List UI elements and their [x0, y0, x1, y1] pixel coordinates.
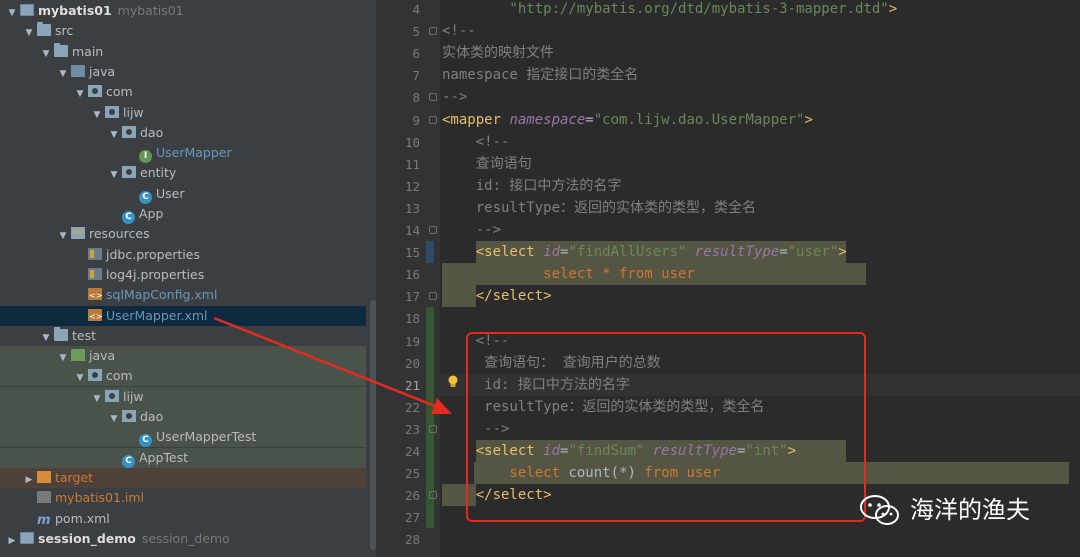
annotation-arrow [213, 316, 452, 414]
watermark: 海洋的渔夫 [860, 490, 1030, 528]
watermark-text: 海洋的渔夫 [910, 496, 1030, 524]
wechat-icon [860, 494, 900, 528]
